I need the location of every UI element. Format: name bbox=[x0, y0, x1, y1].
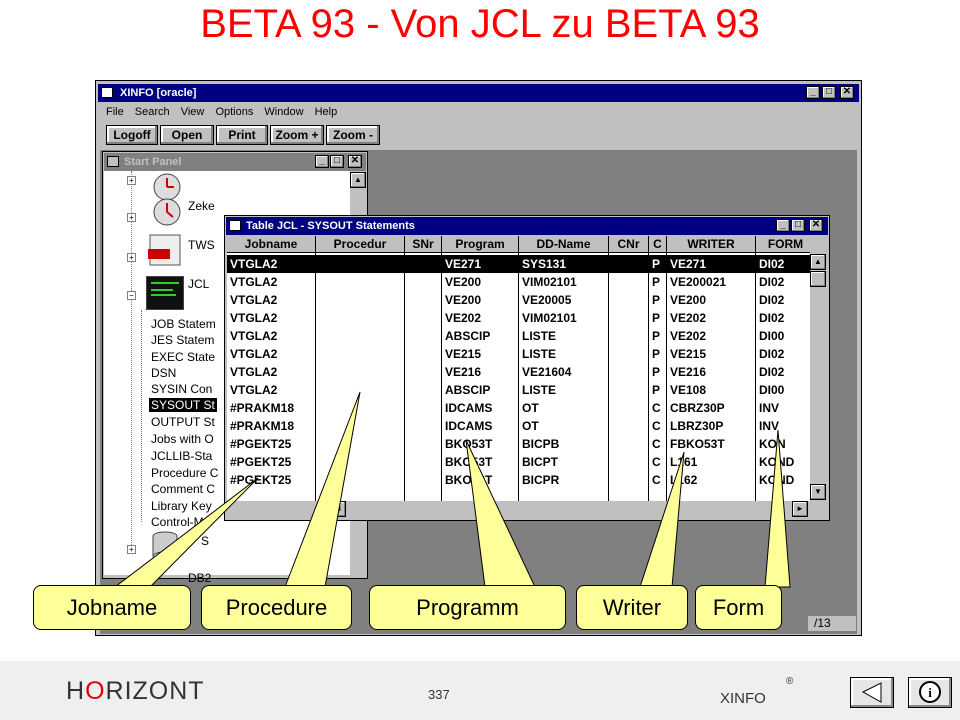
jobname-pointer bbox=[113, 477, 259, 588]
callout-procedure: Procedure bbox=[201, 585, 352, 630]
svg-text:i: i bbox=[928, 685, 932, 700]
callout-form: Form bbox=[695, 585, 782, 630]
programm-pointer bbox=[465, 439, 536, 588]
registered-mark: ® bbox=[786, 676, 794, 687]
brand-o: O bbox=[85, 677, 106, 705]
brand-h: H bbox=[66, 677, 86, 705]
procedure-pointer bbox=[284, 391, 361, 588]
page-number: 337 bbox=[428, 687, 450, 702]
callout-jobname: Jobname bbox=[33, 585, 191, 630]
brand-rest: RIZONT bbox=[105, 677, 205, 705]
product-name: XINFO bbox=[720, 690, 766, 707]
callout-writer: Writer bbox=[576, 585, 688, 630]
writer-pointer bbox=[639, 451, 685, 588]
callout-programm: Programm bbox=[369, 585, 566, 630]
triangle-left-icon bbox=[861, 682, 882, 703]
back-button[interactable] bbox=[850, 677, 894, 708]
brand-logo: HORIZONT bbox=[66, 677, 205, 706]
info-button[interactable]: i bbox=[908, 677, 952, 708]
info-icon: i bbox=[919, 681, 941, 703]
form-pointer bbox=[764, 429, 791, 588]
